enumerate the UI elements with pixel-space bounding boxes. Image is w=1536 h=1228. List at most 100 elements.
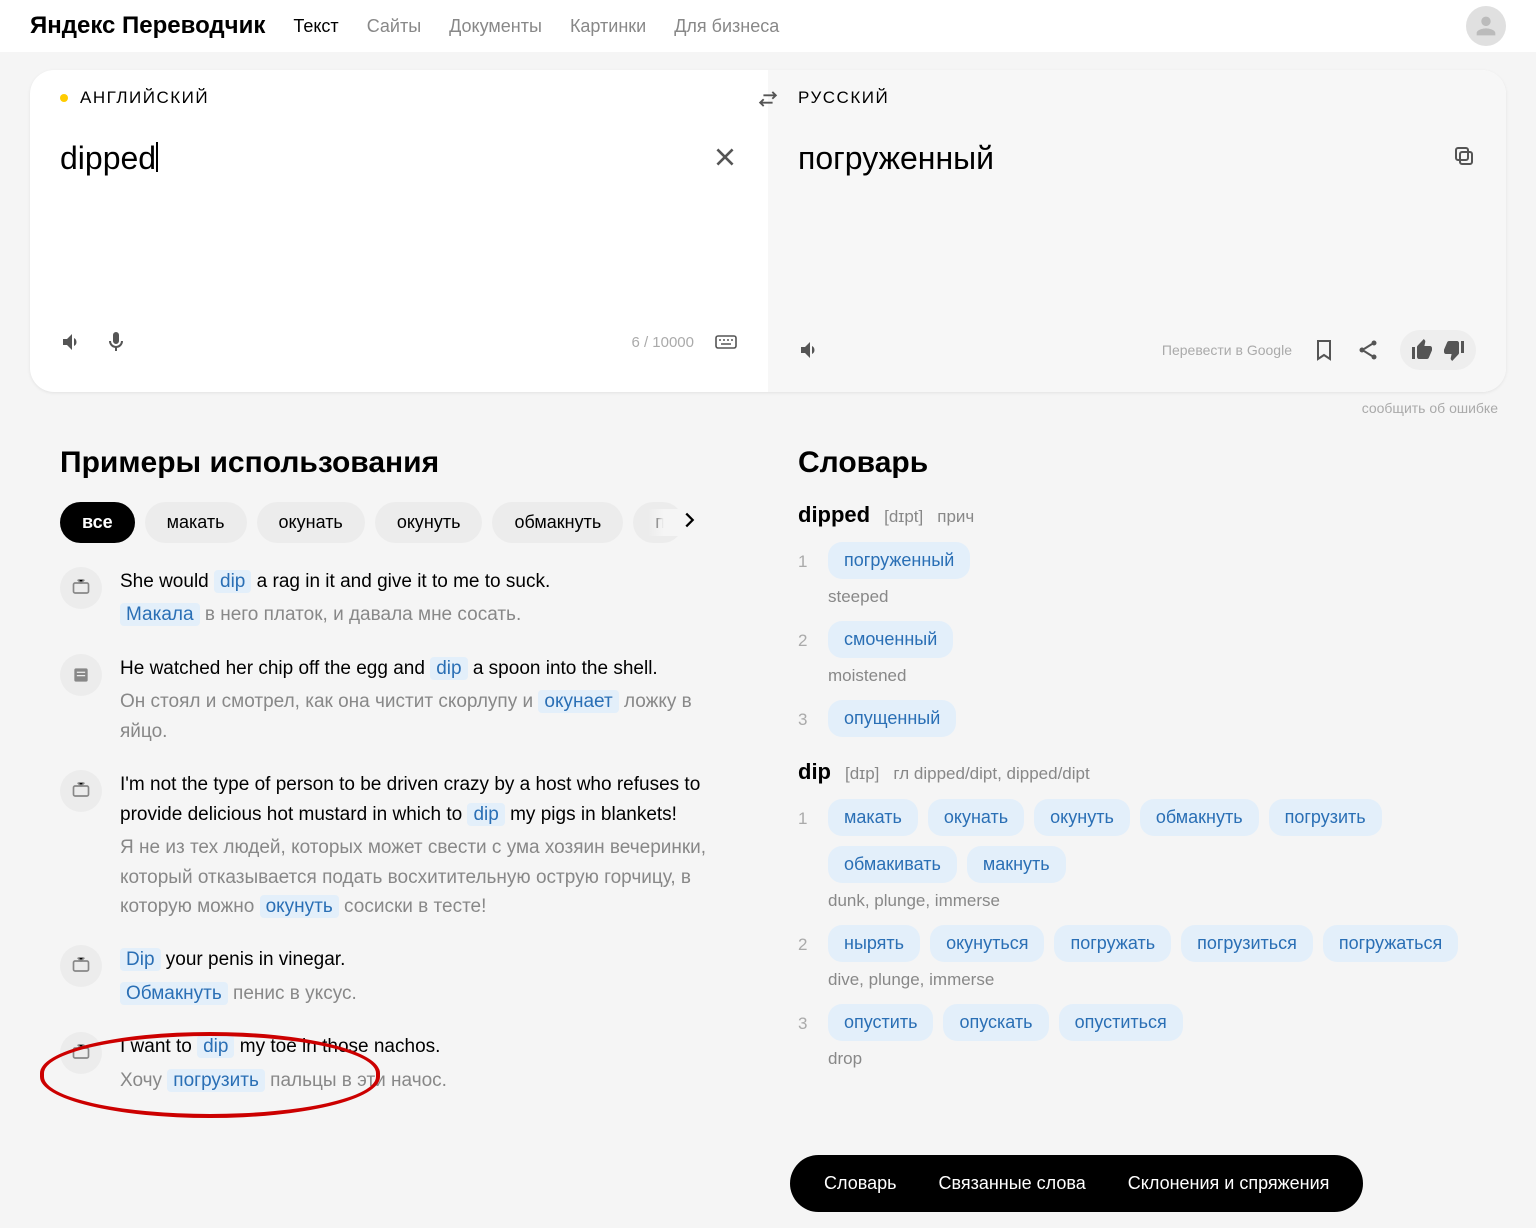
dict-gloss: dive, plunge, immerse (828, 970, 1476, 990)
example-ru: Он стоял и смотрел, как она чистит скорл… (120, 687, 738, 746)
bottom-nav-dictionary[interactable]: Словарь (824, 1173, 896, 1194)
thumbs-up-icon[interactable] (1410, 338, 1434, 362)
mic-icon[interactable] (104, 330, 128, 354)
chips-scroll-right[interactable] (648, 509, 700, 536)
copy-icon[interactable] (1452, 144, 1476, 168)
dict-ipa: [dɪp] (845, 764, 879, 784)
speaker-icon[interactable] (798, 338, 822, 362)
highlight-word[interactable]: окунает (538, 690, 618, 713)
dict-sense: 2 смоченный moistened (798, 621, 1476, 686)
dict-sense: 2 нырятьокунутьсяпогружатьпогрузитьсяпог… (798, 925, 1476, 990)
chip[interactable]: окунуть (375, 502, 483, 543)
keyboard-icon[interactable] (714, 330, 738, 354)
example-filter-chips: все макать окунать окунуть обмакнуть пог… (60, 502, 700, 543)
sense-number: 3 (798, 700, 810, 730)
dict-tag[interactable]: опустить (828, 1004, 933, 1041)
dict-tag[interactable]: опущенный (828, 700, 956, 737)
highlight-word[interactable]: dip (467, 803, 504, 826)
example-source-icon[interactable] (60, 945, 102, 987)
nav-images[interactable]: Картинки (570, 16, 646, 37)
highlight-word[interactable]: dip (430, 657, 467, 680)
target-text-output: погруженный (798, 140, 994, 176)
nav-business[interactable]: Для бизнеса (674, 16, 779, 37)
bottom-nav-conjugations[interactable]: Склонения и спряжения (1128, 1173, 1330, 1194)
dict-tag[interactable]: опускать (943, 1004, 1048, 1041)
dict-tag[interactable]: погруженный (828, 542, 970, 579)
swap-languages-icon[interactable] (757, 88, 779, 115)
dict-tag[interactable]: обмакивать (828, 846, 957, 883)
highlight-word[interactable]: Dip (120, 948, 161, 971)
dict-tag[interactable]: погрузить (1269, 799, 1382, 836)
user-avatar[interactable] (1466, 6, 1506, 46)
chip[interactable]: обмакнуть (492, 502, 623, 543)
highlight-word[interactable]: Макала (120, 603, 200, 626)
dict-tag[interactable]: смоченный (828, 621, 953, 658)
target-pane: РУССКИЙ погруженный Перевести в Google (768, 70, 1506, 392)
speaker-icon[interactable] (60, 330, 84, 354)
dict-tag[interactable]: макнуть (967, 846, 1066, 883)
source-text-input[interactable]: dipped (60, 140, 156, 176)
bottom-nav-related[interactable]: Связанные слова (938, 1173, 1085, 1194)
bottom-nav: Словарь Связанные слова Склонения и спря… (790, 1155, 1363, 1212)
nav-sites[interactable]: Сайты (367, 16, 421, 37)
example-source-icon[interactable] (60, 1032, 102, 1074)
detected-lang-dot (60, 94, 68, 102)
highlight-word[interactable]: dip (214, 570, 251, 593)
source-lang-label[interactable]: АНГЛИЙСКИЙ (80, 88, 209, 108)
chevron-right-icon (678, 509, 700, 531)
dict-gloss: moistened (828, 666, 1476, 686)
logo[interactable]: Яндекс Переводчик (30, 12, 265, 40)
chip[interactable]: макать (145, 502, 247, 543)
dict-tag[interactable]: окунать (928, 799, 1024, 836)
dict-tag[interactable]: обмакнуть (1140, 799, 1259, 836)
dict-tag[interactable]: нырять (828, 925, 920, 962)
dict-tag[interactable]: окунуться (930, 925, 1044, 962)
dict-gloss: drop (828, 1049, 1476, 1069)
dict-sense: 1 макать окунать окунуть обмакнуть погрузить… (798, 799, 1476, 911)
sense-number: 1 (798, 799, 810, 829)
source-pane: АНГЛИЙСКИЙ dipped 6 / 10000 (30, 70, 768, 392)
app-header: Яндекс Переводчик Текст Сайты Документы … (0, 0, 1536, 52)
external-translate-link[interactable]: Перевести в Google (1162, 342, 1292, 358)
sense-number: 1 (798, 542, 810, 572)
example-ru: Я не из тех людей, которых может свести … (120, 833, 738, 921)
nav-text[interactable]: Текст (293, 16, 338, 37)
feedback-group (1400, 330, 1476, 370)
dict-gloss: dunk, plunge, immerse (828, 891, 1476, 911)
dict-tag[interactable]: опуститься (1059, 1004, 1183, 1041)
dict-pos: гл dipped/dipt, dipped/dipt (893, 764, 1089, 784)
example-item: She would dip a rag in it and give it to… (60, 567, 738, 630)
dict-headword[interactable]: dipped (798, 502, 870, 528)
share-icon[interactable] (1356, 338, 1380, 362)
dict-pos: прич (937, 507, 974, 527)
dict-tag[interactable]: окунуть (1034, 799, 1130, 836)
dict-ipa: [dɪpt] (884, 507, 923, 527)
chip-all[interactable]: все (60, 502, 135, 543)
example-ru: Хочу погрузить пальцы в эти начос. (120, 1066, 738, 1095)
dict-tag[interactable]: погружаться (1323, 925, 1458, 962)
example-source-icon[interactable] (60, 567, 102, 609)
highlight-word[interactable]: Обмакнуть (120, 982, 228, 1005)
highlight-word[interactable]: dip (197, 1035, 234, 1058)
target-lang-label[interactable]: РУССКИЙ (798, 88, 889, 108)
report-error-link[interactable]: сообщить об ошибке (30, 400, 1498, 416)
example-en: Dip your penis in vinegar. (120, 945, 738, 974)
dict-sense: 3 опущенный (798, 700, 1476, 745)
bookmark-icon[interactable] (1312, 338, 1336, 362)
highlight-word[interactable]: погрузить (167, 1069, 265, 1092)
nav-documents[interactable]: Документы (449, 16, 542, 37)
example-item: Dip your penis in vinegar. Обмакнуть пен… (60, 945, 738, 1008)
user-icon (1472, 12, 1500, 40)
thumbs-down-icon[interactable] (1442, 338, 1466, 362)
dict-tag[interactable]: погружать (1054, 925, 1171, 962)
chip[interactable]: окунать (257, 502, 365, 543)
dict-tag[interactable]: макать (828, 799, 918, 836)
highlight-word[interactable]: окунуть (260, 895, 339, 918)
example-source-icon[interactable] (60, 654, 102, 696)
sense-number: 2 (798, 621, 810, 651)
dict-tag[interactable]: погрузиться (1181, 925, 1313, 962)
dict-headword[interactable]: dip (798, 759, 831, 785)
example-source-icon[interactable] (60, 770, 102, 812)
text-cursor (156, 142, 158, 172)
clear-icon[interactable] (712, 144, 738, 170)
